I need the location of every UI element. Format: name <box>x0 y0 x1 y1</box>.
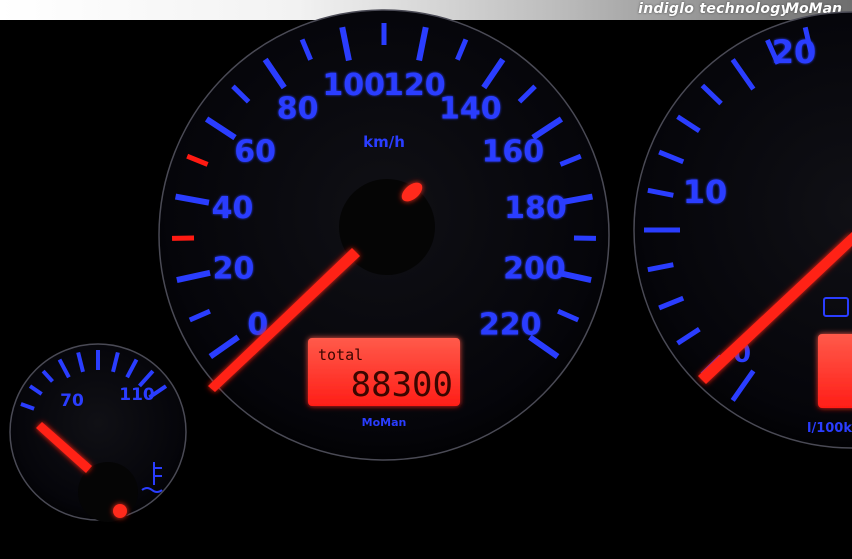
speed-unit-label: km/h <box>363 133 405 151</box>
speed-label: 200 <box>503 252 566 287</box>
tach-label-20: 20 <box>772 33 817 71</box>
maker-logo: MoMan <box>362 416 407 429</box>
speedometer: 020406080100120140160180200220 km/h tota… <box>158 9 610 461</box>
speed-label: 160 <box>482 135 545 170</box>
consumption-display <box>818 334 852 408</box>
instrument-cluster: 020406080100120140160180200220 km/h tota… <box>9 9 852 522</box>
speed-label: 140 <box>439 91 502 126</box>
speed-label: 60 <box>234 135 276 170</box>
temp-label-110: 110 <box>119 385 155 405</box>
speed-label: 100 <box>322 68 385 103</box>
odometer-label: total <box>318 346 363 364</box>
speed-label: 20 <box>213 252 255 287</box>
consumption-unit: l/100k <box>807 421 852 436</box>
speed-label: 40 <box>212 191 254 226</box>
tach-label-10: 10 <box>683 173 728 211</box>
speed-label: 220 <box>479 307 542 342</box>
odometer-value: 88300 <box>351 365 453 405</box>
temp-label-70: 70 <box>60 391 84 411</box>
tachometer: 10 20 0 l/100k <box>633 11 852 449</box>
speed-label: 80 <box>277 91 319 126</box>
speed-label: 180 <box>504 191 567 226</box>
temperature-gauge: 70 110 <box>9 343 187 522</box>
speed-label: 120 <box>383 68 446 103</box>
